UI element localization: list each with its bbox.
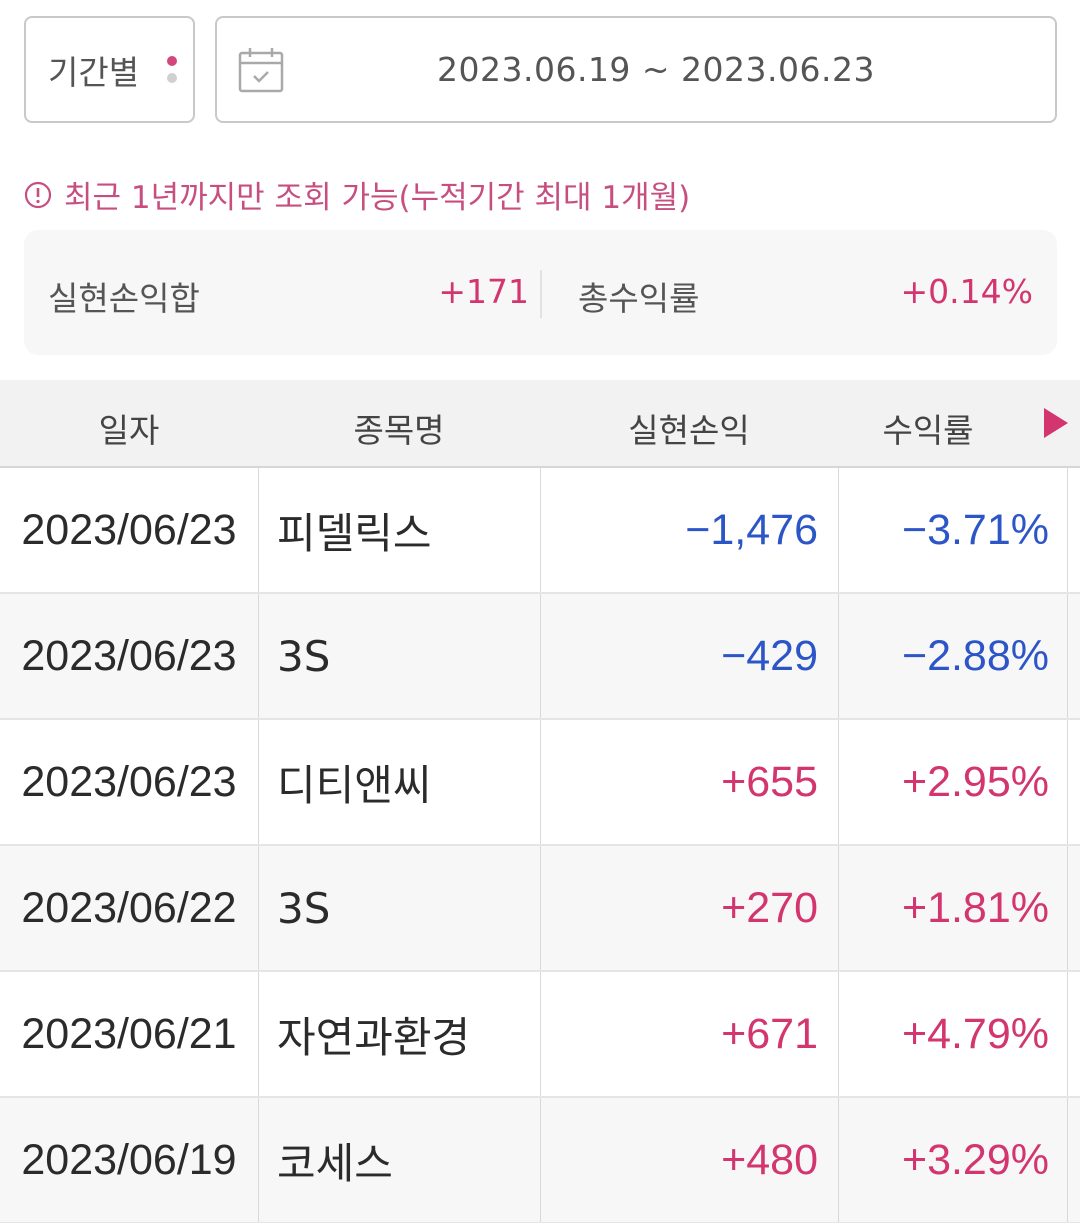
row-date: 2023/06/23: [21, 505, 237, 554]
date-range-text: 2023.06.19 ~ 2023.06.23: [436, 50, 876, 89]
table-row[interactable]: 2023/06/21 자연과환경 +671 +4.79%: [0, 972, 1080, 1098]
row-return-rate: +4.79%: [838, 972, 1068, 1096]
row-return-rate: +2.95%: [838, 720, 1068, 844]
summary-divider: [540, 270, 542, 318]
table-row[interactable]: 2023/06/23 디티앤씨 +655 +2.95%: [0, 720, 1080, 846]
date-range-picker[interactable]: 2023.06.19 ~ 2023.06.23: [215, 16, 1057, 123]
notice: 최근 1년까지만 조회 가능(누적기간 최대 1개월): [24, 172, 690, 217]
table-row[interactable]: 2023/06/23 3S −429 −2.88%: [0, 594, 1080, 720]
row-stock-name: 피델릭스: [258, 468, 540, 592]
row-return-rate: +3.29%: [838, 1098, 1068, 1222]
row-realized-pl: +655: [540, 720, 838, 844]
row-realized-pl: +480: [540, 1098, 838, 1222]
table-row[interactable]: 2023/06/19 코세스 +480 +3.29%: [0, 1098, 1080, 1223]
header-realized-pl: 실현손익: [628, 411, 750, 450]
table-header: 일자 종목명 실현손익 수익률: [0, 380, 1080, 468]
table-row[interactable]: 2023/06/23 피델릭스 −1,476 −3.71%: [0, 468, 1080, 594]
total-return-label: 총수익률: [578, 279, 700, 318]
row-realized-pl: +671: [540, 972, 838, 1096]
row-stock-name: 3S: [258, 594, 540, 718]
table-row[interactable]: 2023/06/22 3S +270 +1.81%: [0, 846, 1080, 972]
period-select[interactable]: 기간별: [24, 16, 195, 123]
more-dots-icon: [167, 56, 177, 83]
notice-text: 최근 1년까지만 조회 가능(누적기간 최대 1개월): [64, 180, 691, 216]
row-stock-name: 코세스: [258, 1098, 540, 1222]
row-date: 2023/06/19: [21, 1135, 237, 1184]
row-return-rate: −3.71%: [838, 468, 1068, 592]
row-stock-name: 3S: [258, 846, 540, 970]
row-return-rate: −2.88%: [838, 594, 1068, 718]
realized-pl-label: 실현손익합: [48, 279, 200, 318]
header-name: 종목명: [353, 411, 445, 450]
row-return-rate: +1.81%: [838, 846, 1068, 970]
calendar-icon: [238, 48, 284, 93]
info-circle-icon: [24, 181, 52, 208]
row-date: 2023/06/23: [21, 757, 237, 806]
total-return-value: +0.14%: [900, 272, 1033, 311]
period-select-label: 기간별: [48, 52, 140, 92]
realized-pl-value: +171: [438, 272, 529, 311]
row-realized-pl: −429: [540, 594, 838, 718]
row-date: 2023/06/23: [21, 631, 237, 680]
row-date: 2023/06/21: [21, 1009, 237, 1058]
triangle-right-icon[interactable]: [1044, 408, 1068, 438]
table-body: 2023/06/23 피델릭스 −1,476 −3.71% 2023/06/23…: [0, 468, 1080, 1223]
row-stock-name: 디티앤씨: [258, 720, 540, 844]
row-stock-name: 자연과환경: [258, 972, 540, 1096]
header-date: 일자: [98, 411, 160, 450]
summary-panel: 실현손익합 +171 총수익률 +0.14%: [24, 230, 1057, 355]
header-return-rate: 수익률: [882, 411, 974, 450]
row-realized-pl: −1,476: [540, 468, 838, 592]
row-realized-pl: +270: [540, 846, 838, 970]
row-date: 2023/06/22: [21, 883, 237, 932]
